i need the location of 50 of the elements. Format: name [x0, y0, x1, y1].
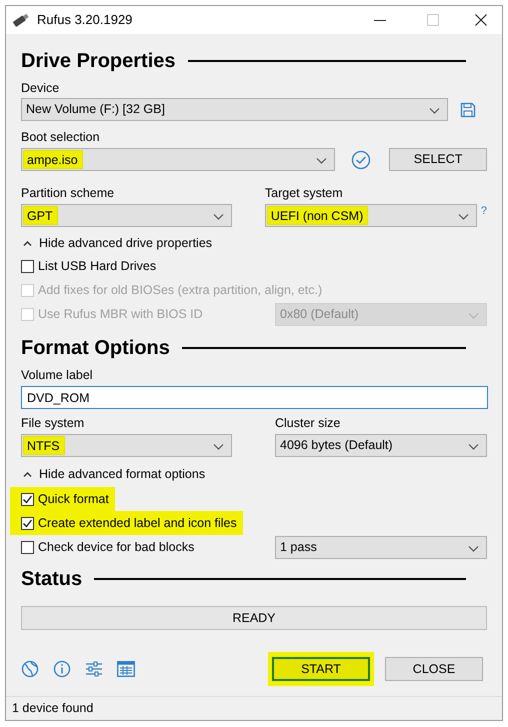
- chevron-down-icon: [468, 441, 479, 452]
- checkbox-option[interactable]: Check device for bad blocks: [10, 535, 200, 559]
- checkbox[interactable]: [21, 516, 34, 530]
- collapse-toggle[interactable]: Hide advanced drive properties: [39, 234, 212, 252]
- section-heading: Format Options: [21, 336, 170, 361]
- field-label: Partition scheme: [21, 185, 116, 201]
- save-icon[interactable]: [460, 102, 476, 118]
- checkbox[interactable]: [21, 260, 34, 272]
- chevron-down-icon: [316, 155, 328, 166]
- dropdown[interactable]: 4096 bytes (Default): [275, 434, 487, 457]
- chevron-down-icon: [213, 441, 224, 452]
- dropdown[interactable]: ampe.iso: [21, 148, 336, 171]
- dropdown[interactable]: UEFI (non CSM): [264, 204, 477, 227]
- section-heading: Drive Properties: [21, 49, 176, 74]
- chevron-down-icon: [213, 211, 224, 222]
- info-icon[interactable]: [53, 660, 71, 678]
- usb-drive-icon: [12, 13, 30, 27]
- dropdown[interactable]: NTFS: [21, 434, 232, 457]
- checkbox-option[interactable]: Quick format: [10, 487, 115, 511]
- settings-icon[interactable]: [85, 660, 103, 678]
- status-bar-text: 1 device found: [12, 700, 94, 718]
- checkbox-option[interactable]: List USB Hard Drives: [10, 254, 162, 278]
- field-label: Volume label: [21, 367, 94, 383]
- globe-icon[interactable]: [21, 660, 39, 678]
- select-button[interactable]: SELECT: [389, 148, 487, 171]
- dropdown[interactable]: GPT: [21, 204, 232, 227]
- checkbox[interactable]: [21, 540, 34, 554]
- checkbox-option[interactable]: Create extended label and icon files: [10, 511, 243, 535]
- chevron-up-icon[interactable]: [23, 240, 32, 246]
- window-title: Rufus 3.20.1929: [37, 11, 132, 30]
- field-label: Cluster size: [275, 415, 342, 431]
- section-heading: Status: [21, 567, 82, 592]
- collapse-toggle[interactable]: Hide advanced format options: [39, 464, 206, 484]
- dropdown[interactable]: New Volume (F:) [32 GB]: [21, 98, 448, 121]
- field-label: Target system: [264, 185, 344, 201]
- dropdown[interactable]: 1 pass: [275, 536, 487, 558]
- field-label: File system: [21, 415, 86, 431]
- chevron-up-icon[interactable]: [23, 470, 32, 478]
- field-label: Boot selection: [21, 129, 101, 145]
- chevron-down-icon: [429, 105, 440, 116]
- help-link[interactable]: ?: [480, 204, 487, 227]
- log-icon[interactable]: [117, 661, 135, 677]
- close-icon[interactable]: [474, 13, 488, 27]
- start-button[interactable]: START: [272, 657, 370, 681]
- checkbox[interactable]: [21, 492, 34, 506]
- field-label: Device: [21, 80, 60, 96]
- volume-label-field[interactable]: DVD_ROM: [21, 386, 488, 409]
- chevron-down-icon: [458, 211, 469, 222]
- check-circle-icon[interactable]: [351, 150, 372, 170]
- close-button[interactable]: CLOSE: [385, 657, 483, 681]
